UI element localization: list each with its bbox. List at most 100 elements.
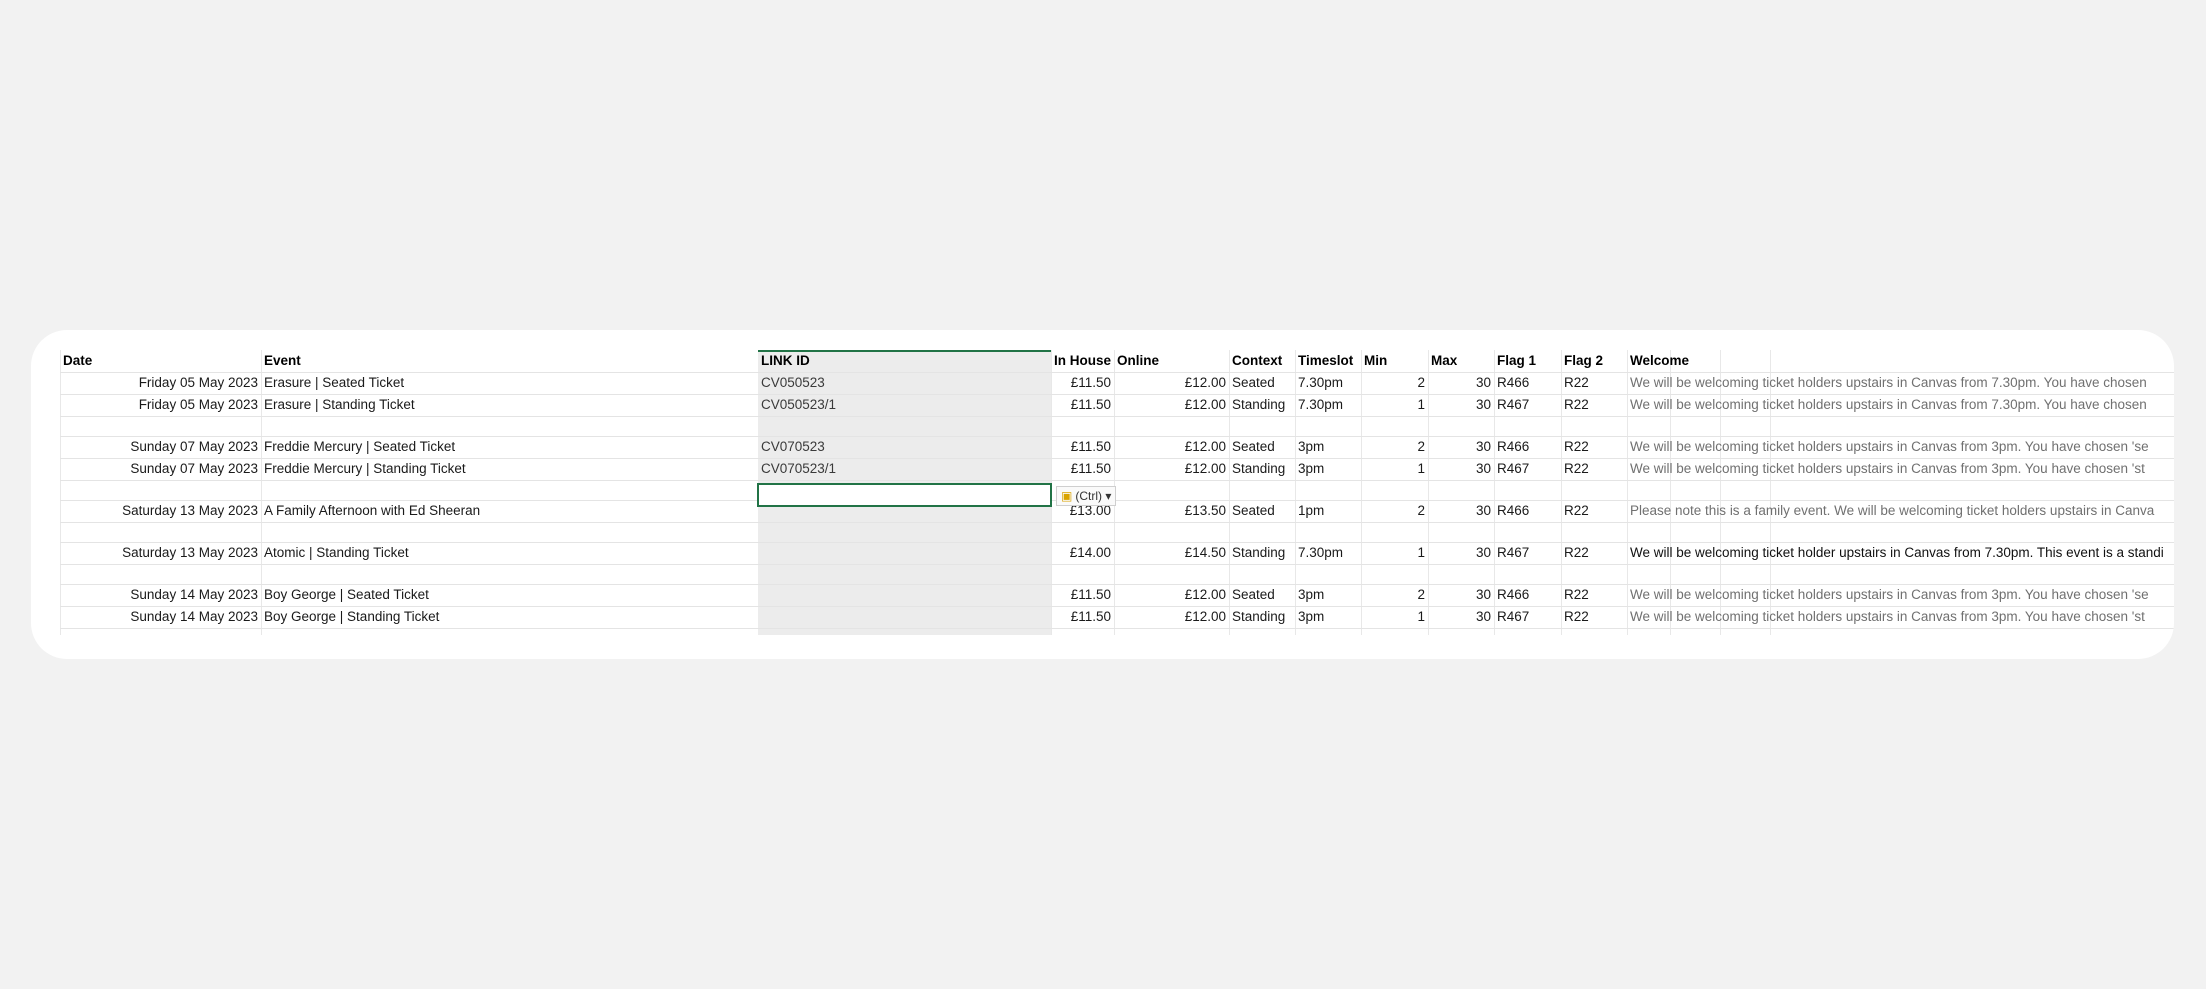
cell-flag1[interactable]: R467 — [1494, 606, 1561, 628]
cell-welcome[interactable]: We will be welcoming ticket holders upst… — [1627, 436, 2174, 458]
cell-online[interactable] — [1114, 480, 1229, 500]
cell-max[interactable]: 30 — [1428, 372, 1494, 394]
column-header-flag2[interactable]: Flag 2 — [1561, 350, 1627, 372]
cell-timeslot[interactable]: 3pm — [1295, 584, 1361, 606]
cell-event[interactable] — [261, 564, 758, 584]
cell-link[interactable]: CV050523/1 — [758, 394, 1051, 416]
cell-max[interactable] — [1428, 522, 1494, 542]
cell-flag1[interactable] — [1494, 522, 1561, 542]
column-header-link[interactable]: LINK ID — [758, 350, 1051, 372]
cell-online[interactable]: £13.50 — [1114, 500, 1229, 522]
column-header-welcome[interactable]: Welcome — [1627, 350, 2174, 372]
cell-inhouse[interactable]: £11.50 — [1051, 584, 1114, 606]
cell-inhouse[interactable]: £11.50 — [1051, 394, 1114, 416]
cell-max[interactable] — [1428, 564, 1494, 584]
cell-date[interactable]: Friday 05 May 2023 — [60, 394, 261, 416]
cell-date[interactable]: Saturday 13 May 2023 — [60, 542, 261, 564]
cell-context[interactable] — [1229, 564, 1295, 584]
cell-welcome[interactable]: We will be welcoming ticket holder upsta… — [1627, 542, 2174, 564]
cell-inhouse[interactable]: £11.50 — [1051, 436, 1114, 458]
cell-timeslot[interactable]: 7.30pm — [1295, 394, 1361, 416]
cell-link[interactable] — [758, 606, 1051, 628]
cell-event[interactable]: Freddie Mercury | Standing Ticket — [261, 458, 758, 480]
cell-max[interactable] — [1428, 416, 1494, 436]
cell-welcome[interactable] — [1627, 564, 2174, 584]
cell-context[interactable] — [1229, 416, 1295, 436]
cell-flag2[interactable]: R22 — [1561, 584, 1627, 606]
cell-timeslot[interactable]: 1pm — [1295, 500, 1361, 522]
cell-inhouse[interactable] — [1051, 564, 1114, 584]
cell-welcome[interactable]: We will be welcoming ticket holders upst… — [1627, 606, 2174, 628]
cell-min[interactable]: 2 — [1361, 584, 1428, 606]
cell-online[interactable]: £14.50 — [1114, 542, 1229, 564]
cell-context[interactable]: Standing — [1229, 542, 1295, 564]
cell-flag2[interactable] — [1561, 522, 1627, 542]
cell-min[interactable]: 1 — [1361, 606, 1428, 628]
cell-link[interactable] — [758, 564, 1051, 584]
cell-welcome[interactable] — [1627, 416, 2174, 436]
cell-inhouse[interactable] — [1051, 522, 1114, 542]
cell-welcome[interactable] — [1627, 522, 2174, 542]
cell-welcome[interactable]: We will be welcoming ticket holders upst… — [1627, 372, 2174, 394]
cell-min[interactable]: 2 — [1361, 500, 1428, 522]
cell-min[interactable]: 1 — [1361, 542, 1428, 564]
cell-timeslot[interactable] — [1295, 416, 1361, 436]
cell-flag2[interactable]: R22 — [1561, 500, 1627, 522]
column-header-online[interactable]: Online — [1114, 350, 1229, 372]
cell-event[interactable] — [261, 522, 758, 542]
cell-event[interactable] — [261, 416, 758, 436]
cell-flag2[interactable] — [1561, 416, 1627, 436]
cell-online[interactable]: £12.00 — [1114, 606, 1229, 628]
cell-flag1[interactable] — [1494, 480, 1561, 500]
cell-event[interactable]: Erasure | Standing Ticket — [261, 394, 758, 416]
cell-online[interactable]: £12.00 — [1114, 436, 1229, 458]
cell-date[interactable] — [60, 564, 261, 584]
cell-inhouse[interactable]: £11.50 — [1051, 458, 1114, 480]
cell-date[interactable] — [60, 480, 261, 500]
column-header-event[interactable]: Event — [261, 350, 758, 372]
cell-flag1[interactable]: R467 — [1494, 458, 1561, 480]
column-header-max[interactable]: Max — [1428, 350, 1494, 372]
cell-flag1[interactable]: R467 — [1494, 394, 1561, 416]
cell-timeslot[interactable]: 3pm — [1295, 458, 1361, 480]
cell-welcome[interactable]: We will be welcoming ticket holders upst… — [1627, 584, 2174, 606]
cell-event[interactable]: Atomic | Standing Ticket — [261, 542, 758, 564]
cell-flag1[interactable] — [1494, 564, 1561, 584]
cell-link[interactable]: CV050523 — [758, 372, 1051, 394]
column-header-timeslot[interactable]: Timeslot — [1295, 350, 1361, 372]
cell-link[interactable] — [758, 542, 1051, 564]
cell-context[interactable]: Standing — [1229, 394, 1295, 416]
cell-link[interactable] — [758, 416, 1051, 436]
cell-flag2[interactable]: R22 — [1561, 458, 1627, 480]
cell-date[interactable]: Sunday 14 May 2023 — [60, 584, 261, 606]
cell-context[interactable]: Seated — [1229, 584, 1295, 606]
cell-timeslot[interactable]: 3pm — [1295, 436, 1361, 458]
cell-context[interactable]: Seated — [1229, 372, 1295, 394]
cell-flag2[interactable]: R22 — [1561, 542, 1627, 564]
cell-welcome[interactable]: We will be welcoming ticket holders upst… — [1627, 394, 2174, 416]
cell-event[interactable]: Boy George | Seated Ticket — [261, 584, 758, 606]
cell-date[interactable] — [60, 416, 261, 436]
cell-inhouse[interactable]: £14.00 — [1051, 542, 1114, 564]
cell-min[interactable]: 2 — [1361, 372, 1428, 394]
cell-timeslot[interactable]: 7.30pm — [1295, 372, 1361, 394]
cell-context[interactable]: Standing — [1229, 606, 1295, 628]
cell-flag1[interactable]: R466 — [1494, 372, 1561, 394]
cell-welcome[interactable]: Please note this is a family event. We w… — [1627, 500, 2174, 522]
cell-max[interactable]: 30 — [1428, 394, 1494, 416]
cell-context[interactable]: Seated — [1229, 500, 1295, 522]
cell-timeslot[interactable] — [1295, 564, 1361, 584]
cell-min[interactable] — [1361, 522, 1428, 542]
cell-timeslot[interactable] — [1295, 480, 1361, 500]
cell-date[interactable] — [60, 522, 261, 542]
cell-timeslot[interactable] — [1295, 522, 1361, 542]
cell-flag2[interactable]: R22 — [1561, 394, 1627, 416]
cell-max[interactable]: 30 — [1428, 542, 1494, 564]
cell-online[interactable] — [1114, 564, 1229, 584]
column-header-min[interactable]: Min — [1361, 350, 1428, 372]
column-header-inhouse[interactable]: In House — [1051, 350, 1114, 372]
cell-welcome[interactable]: We will be welcoming ticket holders upst… — [1627, 458, 2174, 480]
cell-flag2[interactable] — [1561, 480, 1627, 500]
column-header-date[interactable]: Date — [60, 350, 261, 372]
cell-max[interactable]: 30 — [1428, 606, 1494, 628]
